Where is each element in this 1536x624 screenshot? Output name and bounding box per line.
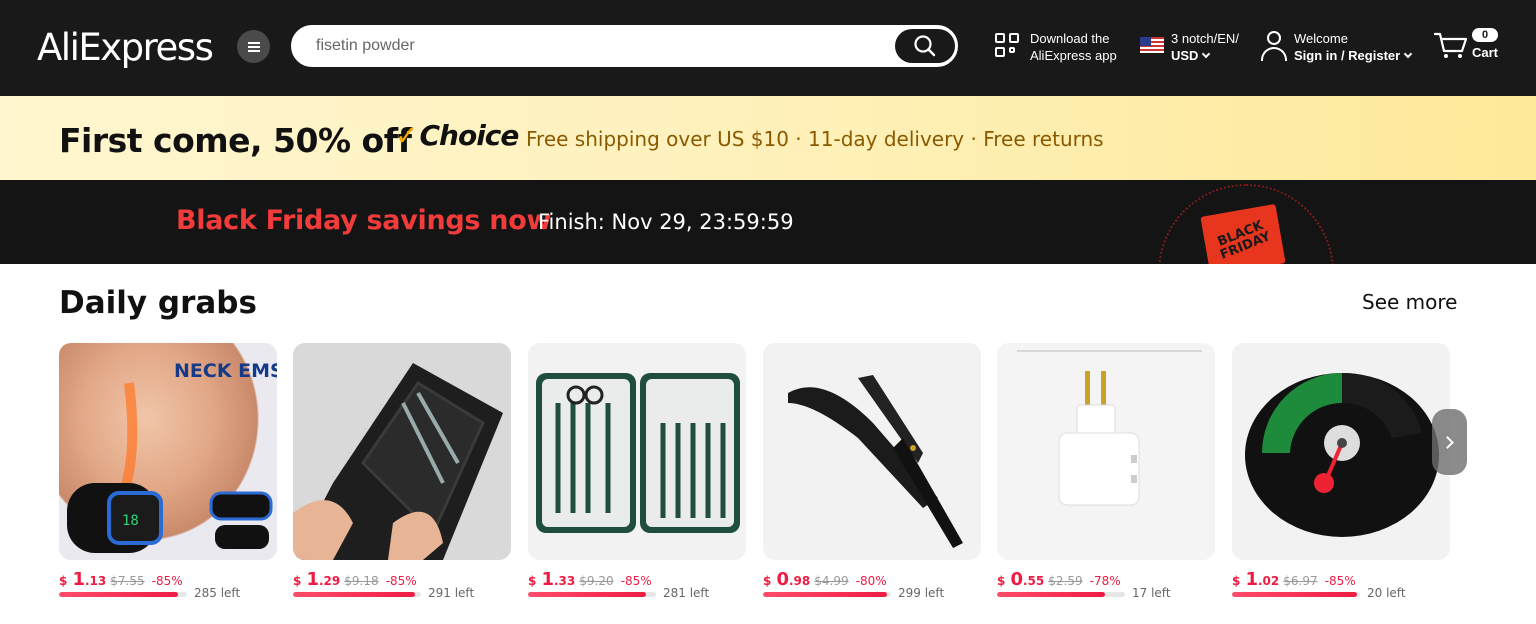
search-icon	[914, 35, 936, 57]
promo-subtitle: Free shipping over US $10 · 11-day deliv…	[526, 127, 1104, 151]
chevron-right-icon	[1441, 435, 1454, 449]
stock-left: 17 left	[1132, 586, 1171, 600]
price-row: $ 1.02 $6.97 -85%	[1232, 569, 1356, 590]
plug-adapter-image[interactable]	[997, 343, 1215, 560]
neck-ems-label: NECK EMS	[174, 360, 277, 382]
search-button[interactable]	[895, 29, 955, 63]
locale-line1: 3 notch/EN/	[1171, 31, 1239, 46]
currency-label: USD	[1171, 48, 1199, 63]
chevron-down-icon	[1202, 49, 1211, 59]
stock-left: 281 left	[663, 586, 710, 600]
search-bar	[291, 25, 958, 67]
aliexpress-logo[interactable]: AliExpress	[37, 26, 214, 69]
stock-progress-fill	[997, 592, 1105, 597]
chevron-down-icon	[1403, 49, 1413, 59]
download-app-link[interactable]: Download the AliExpress app	[1030, 30, 1117, 64]
product-card[interactable]: $ 1.33 $9.20 -85% 281 left	[528, 343, 746, 600]
nail-clipper-case-image[interactable]	[293, 343, 511, 560]
checkmark-icon: ✓	[395, 119, 418, 152]
stock-progress-fill	[59, 592, 179, 597]
cart-label[interactable]: Cart	[1472, 45, 1498, 60]
choice-logo: ✓Choice	[395, 119, 519, 152]
hamburger-icon	[247, 41, 260, 52]
search-input[interactable]	[316, 37, 876, 55]
download-app-line1: Download the	[1030, 31, 1110, 46]
stock-left: 285 left	[194, 586, 241, 600]
user-icon[interactable]	[1260, 31, 1288, 61]
qr-code-icon[interactable]	[995, 33, 1020, 58]
account-menu[interactable]: Welcome Sign in / Register	[1294, 30, 1413, 64]
price-row: $ 1.29 $9.18 -85%	[293, 569, 417, 590]
straight-razor-image[interactable]	[763, 343, 981, 560]
download-app-line2: AliExpress app	[1030, 48, 1117, 63]
stock-progress-fill	[293, 592, 415, 597]
stock-progress-bar	[1232, 592, 1360, 597]
countdown-timer: Finish: Nov 29, 23:59:59	[538, 210, 794, 234]
price-row: $ 0.55 $2.59 -78%	[997, 569, 1121, 590]
stock-progress-bar	[293, 592, 421, 597]
see-more-link[interactable]: See more	[1362, 290, 1457, 314]
svg-text:18: 18	[122, 513, 139, 529]
carousel-next-button[interactable]	[1432, 409, 1467, 475]
choice-label: Choice	[419, 119, 519, 152]
black-friday-title: Black Friday savings now	[176, 205, 552, 236]
stock-progress-bar	[528, 592, 656, 597]
promo-title: First come, 50% off	[59, 121, 412, 160]
stock-progress-fill	[528, 592, 646, 597]
product-card[interactable]: $ 0.55 $2.59 -78% 17 left	[997, 343, 1215, 600]
stock-progress-bar	[997, 592, 1125, 597]
top-header: AliExpress Download the AliExpress app 3…	[0, 0, 1536, 96]
price-row: $ 0.98 $4.99 -80%	[763, 569, 887, 590]
us-flag-icon	[1140, 37, 1164, 53]
product-card[interactable]: $ 1.02 $6.97 -85% 20 left	[1232, 343, 1450, 600]
stock-progress-bar	[59, 592, 187, 597]
product-card[interactable]: $ 0.98 $4.99 -80% 299 left	[763, 343, 981, 600]
stock-progress-fill	[763, 592, 888, 597]
signin-register-link[interactable]: Sign in / Register	[1294, 48, 1400, 63]
stock-left: 291 left	[428, 586, 475, 600]
product-card[interactable]: $ 1.29 $9.18 -85% 291 left	[293, 343, 511, 600]
manicure-kit-image[interactable]	[528, 343, 746, 560]
neck-massager-image[interactable]: 18 NECK EMS	[59, 343, 277, 560]
price-row: $ 1.13 $7.55 -85%	[59, 569, 183, 590]
menu-button[interactable]	[237, 30, 270, 63]
stock-progress-bar	[763, 592, 891, 597]
stock-progress-fill	[1232, 592, 1358, 597]
stove-thermometer-image[interactable]	[1232, 343, 1450, 560]
welcome-text: Welcome	[1294, 31, 1348, 46]
product-card[interactable]: 18 NECK EMS $ 1.13 $7.55 -85% 285 left	[59, 343, 277, 600]
section-title: Daily grabs	[59, 285, 257, 321]
stock-left: 299 left	[898, 586, 945, 600]
cart-count-badge: 0	[1472, 28, 1498, 42]
locale-selector[interactable]: 3 notch/EN/ USD	[1171, 30, 1239, 64]
cart-icon[interactable]	[1434, 30, 1468, 60]
stock-left: 20 left	[1367, 586, 1406, 600]
price-row: $ 1.33 $9.20 -85%	[528, 569, 652, 590]
